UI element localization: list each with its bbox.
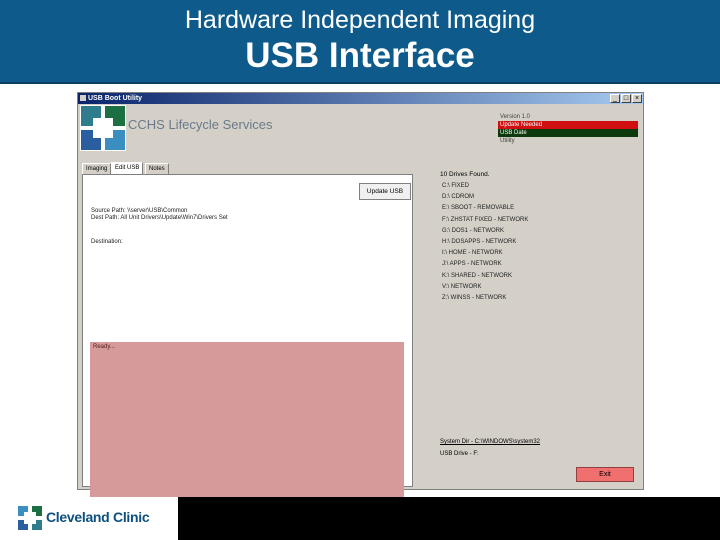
usb-boot-utility-window: USB Boot Utility _ □ × CCHS Lifecycle Se… bbox=[77, 92, 644, 535]
tab-imaging[interactable]: Imaging bbox=[82, 163, 112, 174]
exit-button[interactable]: Exit bbox=[576, 467, 634, 482]
app-name: CCHS Lifecycle Services bbox=[128, 117, 273, 132]
tab-edit-usb[interactable]: Edit USB bbox=[111, 162, 144, 174]
tab-notes[interactable]: Notes bbox=[145, 163, 169, 174]
log-text: Ready... bbox=[93, 344, 115, 350]
footer-brand: Cleveland Clinic bbox=[46, 509, 150, 525]
close-button[interactable]: × bbox=[632, 94, 642, 103]
slide-subtitle: USB Interface bbox=[245, 36, 475, 75]
drive-item[interactable]: V:\ NETWORK bbox=[442, 282, 632, 293]
system-dir-text: System Dir - C:\WINDOWS\system32 bbox=[440, 439, 541, 445]
update-usb-button[interactable]: Update USB bbox=[359, 183, 411, 200]
drives-found-label: 10 Drives Found. bbox=[440, 171, 490, 178]
window-titlebar[interactable]: USB Boot Utility _ □ × bbox=[78, 93, 643, 104]
cleveland-clinic-logo-icon bbox=[18, 506, 42, 530]
drive-item[interactable]: D:\ CDROM bbox=[442, 192, 632, 203]
usb-drive-text: USB Drive - F: bbox=[440, 451, 479, 457]
usb-date-status: USB Date bbox=[498, 129, 638, 137]
source-path-text: Source Path: \\server\USB\Common Dest Pa… bbox=[91, 208, 228, 222]
drive-item[interactable]: I:\ HOME - NETWORK bbox=[442, 248, 632, 259]
status-panel: Version 1.0 Update Needed USB Date Utili… bbox=[498, 113, 638, 149]
drive-item[interactable]: K:\ SHARED - NETWORK bbox=[442, 271, 632, 282]
slide-footer: Cleveland Clinic bbox=[0, 497, 720, 540]
drive-item[interactable]: J:\ APPS - NETWORK bbox=[442, 259, 632, 270]
app-icon bbox=[80, 95, 86, 101]
slide-header: Hardware Independent Imaging USB Interfa… bbox=[0, 0, 720, 84]
drive-list: C:\ FIXED D:\ CDROM E:\ SBOOT - REMOVABL… bbox=[442, 181, 632, 304]
edit-usb-panel: Update USB Source Path: \\server\USB\Com… bbox=[82, 174, 413, 535]
window-title: USB Boot Utility bbox=[88, 95, 143, 102]
drive-item[interactable]: E:\ SBOOT - REMOVABLE bbox=[442, 203, 632, 214]
utility-status: Utility bbox=[500, 138, 515, 144]
drive-item[interactable]: C:\ FIXED bbox=[442, 181, 632, 192]
drive-item[interactable]: G:\ DOS1 - NETWORK bbox=[442, 226, 632, 237]
version-status: Version 1.0 bbox=[500, 114, 531, 120]
dest-path-line: Dest Path: All Unit Drivers\Update\Win7\… bbox=[91, 215, 228, 221]
update-needed-status: Update Needed bbox=[498, 121, 638, 129]
source-path-line: Source Path: \\server\USB\Common bbox=[91, 208, 188, 214]
slide-title: Hardware Independent Imaging bbox=[184, 6, 536, 34]
minimize-button[interactable]: _ bbox=[610, 94, 620, 103]
drive-item[interactable]: H:\ DOSAPPS - NETWORK bbox=[442, 237, 632, 248]
destination-label: Destination: bbox=[91, 239, 123, 245]
drive-item[interactable]: Z:\ WINSS - NETWORK bbox=[442, 293, 632, 304]
maximize-button[interactable]: □ bbox=[621, 94, 631, 103]
cchs-logo-icon bbox=[80, 105, 126, 151]
footer-logo: Cleveland Clinic bbox=[0, 497, 178, 540]
drive-item[interactable]: F:\ ZHSTAT FIXED - NETWORK bbox=[442, 215, 632, 226]
